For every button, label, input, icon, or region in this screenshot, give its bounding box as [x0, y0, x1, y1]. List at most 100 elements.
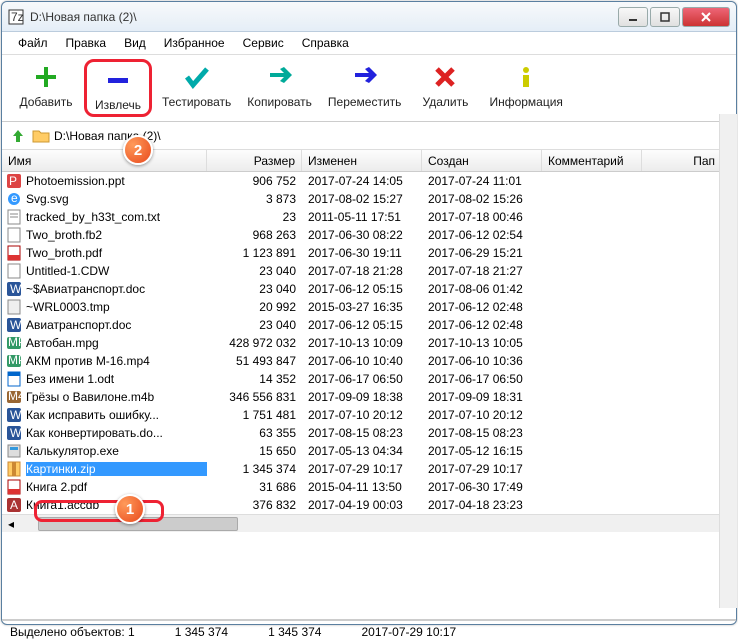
test-button[interactable]: Тестировать — [156, 59, 237, 111]
maximize-button[interactable] — [650, 7, 680, 27]
status-bar: Выделено объектов: 1 1 345 374 1 345 374… — [2, 620, 736, 642]
menu-file[interactable]: Файл — [10, 34, 56, 52]
copy-button[interactable]: Копировать — [241, 59, 318, 111]
file-list: Имя Размер Изменен Создан Комментарий Па… — [2, 150, 736, 620]
column-headers: Имя Размер Изменен Создан Комментарий Па… — [2, 150, 736, 172]
file-type-icon — [6, 479, 22, 495]
menu-view[interactable]: Вид — [116, 34, 154, 52]
table-row[interactable]: PPhotoemission.ppt906 7522017-07-24 14:0… — [2, 172, 736, 190]
file-name: ~$Авиатранспорт.doc — [26, 282, 207, 296]
table-row[interactable]: MPGАвтобан.mpg428 972 0322017-10-13 10:0… — [2, 334, 736, 352]
svg-text:e: e — [11, 191, 18, 205]
title-bar[interactable]: 7z D:\Новая папка (2)\ — [2, 2, 736, 32]
table-row[interactable]: WАвиатранспорт.doc23 0402017-06-12 05:15… — [2, 316, 736, 334]
table-row[interactable]: Two_broth.fb2968 2632017-06-30 08:222017… — [2, 226, 736, 244]
horizontal-scrollbar[interactable]: ◂ ▸ — [2, 514, 736, 532]
table-row[interactable]: tracked_by_h33t_com.txt232011-05-11 17:5… — [2, 208, 736, 226]
file-modified: 2017-08-02 15:27 — [302, 192, 422, 206]
file-created: 2017-07-29 10:17 — [422, 462, 542, 476]
file-size: 20 992 — [207, 300, 302, 314]
status-size2: 1 345 374 — [268, 625, 321, 639]
column-created[interactable]: Создан — [422, 150, 542, 171]
file-created: 2017-06-17 06:50 — [422, 372, 542, 386]
table-row[interactable]: Two_broth.pdf1 123 8912017-06-30 19:1120… — [2, 244, 736, 262]
file-size: 23 — [207, 210, 302, 224]
table-row[interactable]: ~WRL0003.tmp20 9922015-03-27 16:352017-0… — [2, 298, 736, 316]
file-name: tracked_by_h33t_com.txt — [26, 210, 207, 224]
move-button[interactable]: Переместить — [322, 59, 408, 111]
file-type-icon: MPG — [6, 335, 22, 351]
path-text[interactable]: D:\Новая папка (2)\ — [54, 129, 716, 143]
file-size: 428 972 032 — [207, 336, 302, 350]
file-modified: 2017-08-15 08:23 — [302, 426, 422, 440]
file-type-icon: W — [6, 407, 22, 423]
table-row[interactable]: MP4АКМ против М-16.mp451 493 8472017-06-… — [2, 352, 736, 370]
file-created: 2017-07-18 21:27 — [422, 264, 542, 278]
info-icon — [510, 61, 542, 93]
menu-help[interactable]: Справка — [294, 34, 357, 52]
file-size: 1 751 481 — [207, 408, 302, 422]
up-button[interactable] — [8, 126, 28, 146]
file-modified: 2017-07-29 10:17 — [302, 462, 422, 476]
table-row[interactable]: W Как исправить ошибку...1 751 481 2017-07… — [2, 406, 736, 424]
column-modified[interactable]: Изменен — [302, 150, 422, 171]
file-modified: 2017-06-17 06:50 — [302, 372, 422, 386]
add-button[interactable]: Добавить — [12, 59, 80, 111]
file-modified: 2017-07-24 14:05 — [302, 174, 422, 188]
file-size: 15 650 — [207, 444, 302, 458]
file-type-icon — [6, 299, 22, 315]
status-selection: Выделено объектов: 1 — [10, 625, 135, 639]
file-type-icon — [6, 209, 22, 225]
file-name: Без имени 1.odt — [26, 372, 207, 386]
file-size: 1 345 374 — [207, 462, 302, 476]
extract-button[interactable]: Извлечь — [84, 59, 152, 117]
info-button[interactable]: Информация — [483, 59, 568, 111]
table-row[interactable]: Картинки.zip1 345 3742017-07-29 10:17201… — [2, 460, 736, 478]
menu-bar: Файл Правка Вид Избранное Сервис Справка — [2, 32, 736, 55]
table-row[interactable]: WКак конвертировать.do...63 3552017-08-1… — [2, 424, 736, 442]
window-title: D:\Новая папка (2)\ — [30, 10, 618, 24]
svg-text:W: W — [10, 318, 22, 332]
file-name: Two_broth.pdf — [26, 246, 207, 260]
file-type-icon: W — [6, 281, 22, 297]
file-created: 2017-06-10 10:36 — [422, 354, 542, 368]
table-row[interactable]: Книга 2.pdf31 6862015-04-11 13:502017-06… — [2, 478, 736, 496]
table-row[interactable]: Untitled-1.CDW23 0402017-07-18 21:282017… — [2, 262, 736, 280]
scroll-left-icon[interactable]: ◂ — [2, 515, 20, 533]
menu-tools[interactable]: Сервис — [235, 34, 292, 52]
table-row[interactable]: eSvg.svg3 8732017-08-02 15:272017-08-02 … — [2, 190, 736, 208]
menu-favorites[interactable]: Избранное — [156, 34, 233, 52]
file-type-icon — [6, 227, 22, 243]
column-comment[interactable]: Комментарий — [542, 150, 642, 171]
check-icon — [181, 61, 213, 93]
column-name[interactable]: Имя — [2, 150, 207, 171]
delete-button[interactable]: Удалить — [411, 59, 479, 111]
window-buttons — [618, 7, 730, 27]
table-row[interactable]: M4BГрёзы о Вавилоне.m4b346 556 8312017-0… — [2, 388, 736, 406]
svg-text:M4B: M4B — [8, 389, 22, 403]
file-type-icon — [6, 443, 22, 459]
file-name: Как конвертировать.do... — [26, 426, 207, 440]
file-created: 2017-07-10 20:12 — [422, 408, 542, 422]
menu-edit[interactable]: Правка — [58, 34, 115, 52]
table-row[interactable]: Без имени 1.odt14 3522017-06-17 06:50201… — [2, 370, 736, 388]
file-created: 2017-09-09 18:31 — [422, 390, 542, 404]
close-button[interactable] — [682, 7, 730, 27]
file-modified: 2017-09-09 18:38 — [302, 390, 422, 404]
file-created: 2017-08-06 01:42 — [422, 282, 542, 296]
file-type-icon: e — [6, 191, 22, 207]
scroll-thumb[interactable] — [38, 517, 238, 531]
file-modified: 2017-10-13 10:09 — [302, 336, 422, 350]
minimize-button[interactable] — [618, 7, 648, 27]
table-row[interactable]: AКнига1.accdb376 8322017-04-19 00:032017… — [2, 496, 736, 514]
file-name: Как исправить ошибку... — [26, 408, 207, 422]
file-type-icon — [6, 263, 22, 279]
svg-text:W: W — [10, 282, 22, 296]
column-size[interactable]: Размер — [207, 150, 302, 171]
table-row[interactable]: Калькулятор.exe15 6502017-05-13 04:34201… — [2, 442, 736, 460]
toolbar: Добавить Извлечь Тестировать Копировать … — [2, 55, 736, 122]
table-row[interactable]: W~$Авиатранспорт.doc23 0402017-06-12 05:… — [2, 280, 736, 298]
vertical-scrollbar[interactable] — [719, 114, 737, 608]
file-name: Untitled-1.CDW — [26, 264, 207, 278]
path-bar: D:\Новая папка (2)\ — [2, 122, 736, 150]
